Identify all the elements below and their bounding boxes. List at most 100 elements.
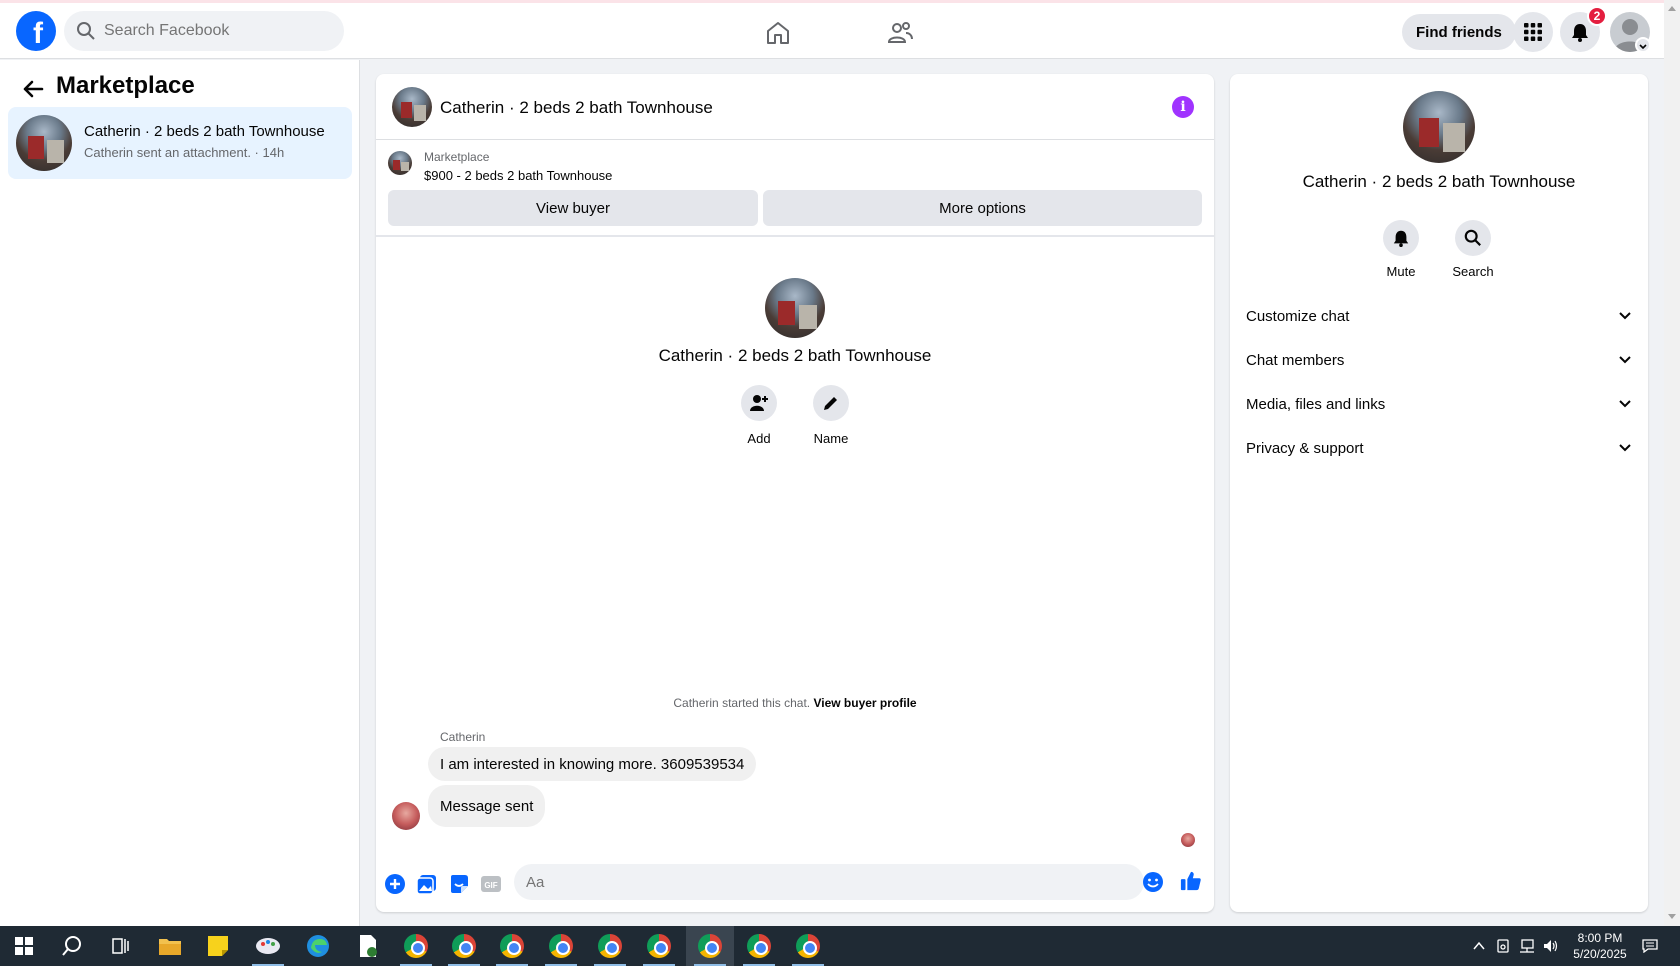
system-clock[interactable]: 8:00 PM 5/20/2025 (1568, 930, 1632, 962)
scroll-down-arrow-icon[interactable] (1668, 914, 1676, 919)
notification-badge: 2 (1587, 6, 1607, 26)
info-icon[interactable]: i (1172, 96, 1194, 118)
chrome-window-2[interactable] (440, 926, 488, 966)
windows-logo-icon (15, 937, 33, 955)
message-bubble[interactable]: Message sent (428, 785, 546, 827)
chrome-window-9[interactable] (784, 926, 832, 966)
network-icon (1520, 939, 1534, 953)
like-button[interactable] (1180, 870, 1202, 892)
paint-icon (256, 938, 280, 954)
chrome-icon (452, 934, 476, 958)
chevron-down-icon (1619, 356, 1631, 364)
chrome-window-5[interactable] (586, 926, 634, 966)
message-composer[interactable] (514, 864, 1144, 900)
chat-title[interactable]: Catherin · 2 beds 2 bath Townhouse (440, 98, 713, 118)
find-friends-button[interactable]: Find friends (1402, 14, 1516, 50)
more-options-button[interactable]: More options (763, 190, 1202, 226)
back-arrow-icon[interactable] (20, 76, 46, 102)
attach-photo-button[interactable] (416, 873, 438, 895)
add-person-icon (750, 395, 768, 411)
facebook-logo-icon[interactable]: f (16, 11, 56, 51)
row-label: Customize chat (1246, 307, 1350, 325)
meet-now-tray[interactable] (1491, 926, 1515, 966)
gif-icon: GIF (481, 876, 501, 892)
network-tray[interactable] (1515, 926, 1539, 966)
search-label: Search (1452, 264, 1494, 279)
chrome-icon (647, 934, 671, 958)
friends-icon (887, 22, 913, 43)
sticker-icon (451, 875, 468, 893)
name-label: Name (813, 431, 849, 446)
chrome-window-3[interactable] (488, 926, 536, 966)
search-icon (1464, 229, 1481, 246)
seen-indicator-avatar (1181, 833, 1195, 847)
view-buyer-button[interactable]: View buyer (388, 190, 758, 226)
notepad-app-button[interactable] (344, 926, 392, 966)
sticky-note-icon (208, 936, 228, 956)
chrome-window-4[interactable] (537, 926, 585, 966)
sender-avatar[interactable] (392, 802, 420, 830)
taskbar-search-button[interactable] (48, 926, 96, 966)
show-hidden-icons-button[interactable] (1467, 926, 1491, 966)
edge-browser-button[interactable] (294, 926, 342, 966)
marketplace-sidebar: Marketplace Catherin · 2 beds 2 bath Tow… (0, 60, 360, 926)
sticky-notes-button[interactable] (194, 926, 242, 966)
chrome-window-6[interactable] (635, 926, 683, 966)
volume-tray[interactable] (1539, 926, 1563, 966)
gif-button[interactable]: GIF (480, 873, 502, 895)
notification-center-button[interactable] (1638, 926, 1662, 966)
listing-title[interactable]: $900 - 2 beds 2 bath Townhouse (424, 168, 612, 183)
menu-button[interactable] (1513, 12, 1553, 52)
account-menu-chevron-icon[interactable] (1635, 37, 1651, 53)
home-icon (767, 22, 789, 44)
document-icon (360, 935, 377, 957)
marketplace-listing-thumbnail (388, 151, 412, 175)
file-explorer-button[interactable] (146, 926, 194, 966)
conversation-preview: Catherin sent an attachment. · 14h (84, 145, 285, 160)
chrome-icon (500, 934, 524, 958)
mute-label: Mute (1386, 264, 1416, 279)
start-button[interactable] (0, 926, 48, 966)
message-bubble[interactable]: I am interested in knowing more. 3609539… (428, 747, 757, 781)
bell-icon (1393, 230, 1409, 247)
sticker-button[interactable] (448, 873, 470, 895)
chat-group-avatar (765, 278, 825, 338)
chrome-window-8[interactable] (735, 926, 783, 966)
chevron-down-icon (1619, 400, 1631, 408)
chevron-down-icon (1619, 312, 1631, 320)
emoji-icon (1143, 872, 1163, 892)
more-actions-button[interactable] (384, 873, 406, 895)
task-view-button[interactable] (96, 926, 144, 966)
customize-chat-row[interactable]: Customize chat (1246, 298, 1632, 334)
friends-nav-button[interactable] (880, 15, 920, 51)
chrome-icon (404, 934, 428, 958)
mute-action[interactable]: Mute (1371, 220, 1431, 279)
facebook-logo-letter: f (33, 17, 43, 50)
privacy-support-row[interactable]: Privacy & support (1246, 430, 1632, 466)
conversation-name: Catherin · 2 beds 2 bath Townhouse (84, 123, 325, 140)
view-buyer-profile-link[interactable]: View buyer profile (813, 696, 916, 710)
media-files-links-row[interactable]: Media, files and links (1246, 386, 1632, 422)
divider (376, 235, 1214, 237)
search-bar[interactable] (64, 11, 344, 51)
edge-icon (307, 935, 329, 957)
edit-name-action[interactable]: Name (796, 385, 866, 446)
add-member-action[interactable]: Add (724, 385, 794, 446)
message-input[interactable] (526, 873, 1086, 891)
conversation-item[interactable]: Catherin · 2 beds 2 bath Townhouse Cathe… (8, 107, 352, 179)
chat-header-avatar[interactable] (392, 87, 432, 127)
scroll-up-arrow-icon[interactable] (1668, 6, 1676, 11)
page-scrollbar[interactable] (1664, 0, 1680, 926)
chrome-icon (549, 934, 573, 958)
chevron-up-icon (1473, 941, 1485, 950)
chrome-window-7[interactable] (686, 926, 734, 966)
chrome-window-1[interactable] (392, 926, 440, 966)
chat-members-row[interactable]: Chat members (1246, 342, 1632, 378)
search-icon (77, 22, 95, 40)
search-input[interactable] (104, 22, 324, 40)
emoji-button[interactable] (1142, 871, 1164, 893)
paint-app-button[interactable] (244, 926, 292, 966)
search-in-chat-action[interactable]: Search (1443, 220, 1503, 279)
home-nav-button[interactable] (758, 15, 798, 51)
row-label: Chat members (1246, 351, 1345, 369)
